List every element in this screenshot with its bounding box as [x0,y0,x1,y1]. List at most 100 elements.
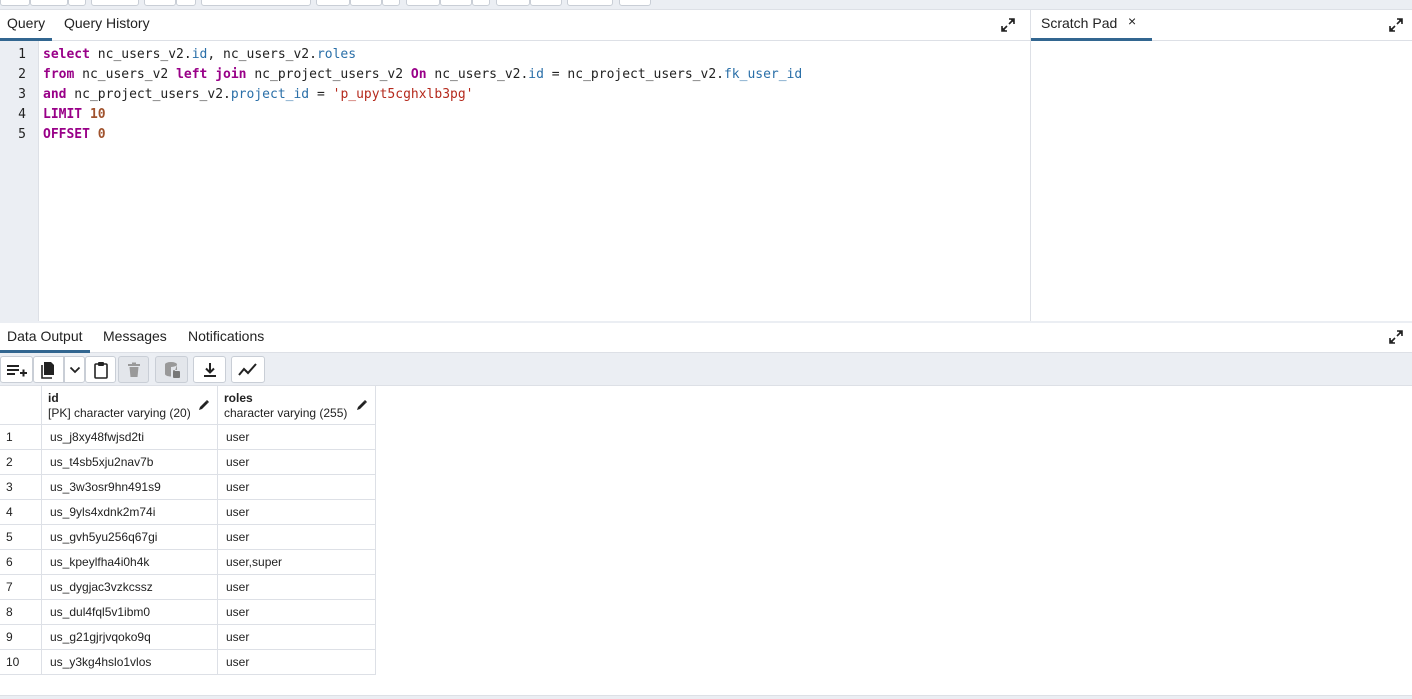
maximize-icon[interactable] [1388,17,1404,33]
cell-roles[interactable]: user [218,575,376,599]
cell-roles[interactable]: user [218,450,376,474]
cell-id[interactable]: us_g21gjrjvqoko9q [42,625,218,649]
code-line[interactable]: and nc_project_users_v2.project_id = 'p_… [43,85,474,105]
save-data-button[interactable] [155,356,188,383]
copy-button[interactable] [33,356,64,383]
toolbar-button[interactable] [440,0,472,6]
row-number[interactable]: 6 [0,550,42,574]
toolbar-button[interactable] [144,0,176,6]
cell-roles[interactable]: user [218,425,376,449]
cell-roles[interactable]: user [218,625,376,649]
table-row[interactable]: 10 us_y3kg4hslo1vlos user [0,650,376,675]
code-line[interactable]: OFFSET 0 [43,125,106,145]
tab-data-output[interactable]: Data Output [0,323,90,353]
code-line[interactable]: select nc_users_v2.id, nc_users_v2.roles [43,45,356,65]
query-panel-tabbar: Query Query History [0,10,1030,41]
row-number[interactable]: 9 [0,625,42,649]
line-number: 5 [18,127,26,142]
table-row[interactable]: 1 us_j8xy48fwjsd2ti user [0,425,376,450]
cell-roles[interactable]: user [218,650,376,674]
column-header-id[interactable]: id [PK] character varying (20) [42,386,218,425]
table-row[interactable]: 5 us_gvh5yu256q67gi user [0,525,376,550]
row-number[interactable]: 7 [0,575,42,599]
toolbar-button[interactable] [496,0,530,6]
cell-roles[interactable]: user [218,500,376,524]
toolbar-button[interactable] [530,0,562,6]
toolbar-select[interactable] [201,0,311,6]
toolbar-button[interactable] [382,0,400,6]
toolbar-button[interactable] [619,0,651,6]
cell-id[interactable]: us_t4sb5xju2nav7b [42,450,218,474]
line-number: 1 [18,47,26,62]
pencil-icon[interactable] [356,398,368,410]
scratch-pad-textarea[interactable] [1031,41,1412,321]
cell-id[interactable]: us_9yls4xdnk2m74i [42,500,218,524]
line-number: 3 [18,87,26,102]
toolbar-button[interactable] [176,0,196,6]
pencil-icon[interactable] [198,398,210,410]
row-number[interactable]: 8 [0,600,42,624]
table-row[interactable]: 8 us_dul4fql5v1ibm0 user [0,600,376,625]
tab-notifications[interactable]: Notifications [188,323,264,353]
table-row[interactable]: 2 us_t4sb5xju2nav7b user [0,450,376,475]
toolbar-button[interactable] [0,0,30,6]
close-icon[interactable]: × [1128,8,1136,35]
code-token: 'p_upyt5cghxlb3pg' [332,87,474,102]
row-number[interactable]: 1 [0,425,42,449]
copy-options-dropdown[interactable] [64,356,85,383]
table-row[interactable]: 3 us_3w3osr9hn491s9 user [0,475,376,500]
row-number[interactable]: 10 [0,650,42,674]
line-chart-icon [238,362,258,377]
column-header-roles[interactable]: roles character varying (255) [218,386,376,425]
tab-messages[interactable]: Messages [103,323,167,353]
cell-roles[interactable]: user [218,600,376,624]
tab-scratch-pad[interactable]: Scratch Pad × [1031,10,1152,41]
tab-query-history[interactable]: Query History [64,10,150,41]
code-token: = [309,87,333,102]
code-token: id [191,47,208,62]
maximize-icon[interactable] [1000,17,1016,33]
table-row[interactable]: 4 us_9yls4xdnk2m74i user [0,500,376,525]
toolbar-button[interactable] [91,0,139,6]
cell-id[interactable]: us_3w3osr9hn491s9 [42,475,218,499]
download-button[interactable] [193,356,226,383]
toolbar-button[interactable] [472,0,490,6]
code-token: , nc_users_v2. [207,47,317,62]
cell-roles[interactable]: user [218,525,376,549]
paste-button[interactable] [85,356,116,383]
column-type: [PK] character varying (20) [48,406,191,420]
row-number-header[interactable] [0,386,42,425]
cell-roles[interactable]: user,super [218,550,376,574]
code-token: id [528,67,544,82]
toolbar-button[interactable] [567,0,613,6]
cell-id[interactable]: us_j8xy48fwjsd2ti [42,425,218,449]
cell-id[interactable]: us_gvh5yu256q67gi [42,525,218,549]
delete-row-button[interactable] [118,356,149,383]
row-number[interactable]: 3 [0,475,42,499]
cell-roles[interactable]: user [218,475,376,499]
code-line[interactable]: LIMIT 10 [43,105,106,125]
toolbar-button[interactable] [350,0,382,6]
code-line[interactable]: from nc_users_v2 left join nc_project_us… [43,65,802,85]
cell-id[interactable]: us_y3kg4hslo1vlos [42,650,218,674]
cell-id[interactable]: us_dygjac3vzkcssz [42,575,218,599]
graph-visualiser-button[interactable] [231,356,265,383]
add-row-button[interactable] [0,356,33,383]
toolbar-button[interactable] [316,0,350,6]
code-token: roles [316,47,357,62]
cell-id[interactable]: us_dul4fql5v1ibm0 [42,600,218,624]
code-token: OFFSET [43,127,90,142]
toolbar-button[interactable] [406,0,440,6]
table-row[interactable]: 6 us_kpeylfha4i0h4k user,super [0,550,376,575]
toolbar-button[interactable] [30,0,68,6]
row-number[interactable]: 5 [0,525,42,549]
table-row[interactable]: 9 us_g21gjrjvqoko9q user [0,625,376,650]
row-number[interactable]: 2 [0,450,42,474]
row-number[interactable]: 4 [0,500,42,524]
toolbar-button[interactable] [68,0,86,6]
sql-editor[interactable]: 1 2 3 4 5 select nc_users_v2.id, nc_user… [0,41,1030,321]
cell-id[interactable]: us_kpeylfha4i0h4k [42,550,218,574]
table-row[interactable]: 7 us_dygjac3vzkcssz user [0,575,376,600]
tab-query[interactable]: Query [0,10,53,41]
maximize-icon[interactable] [1388,329,1404,345]
